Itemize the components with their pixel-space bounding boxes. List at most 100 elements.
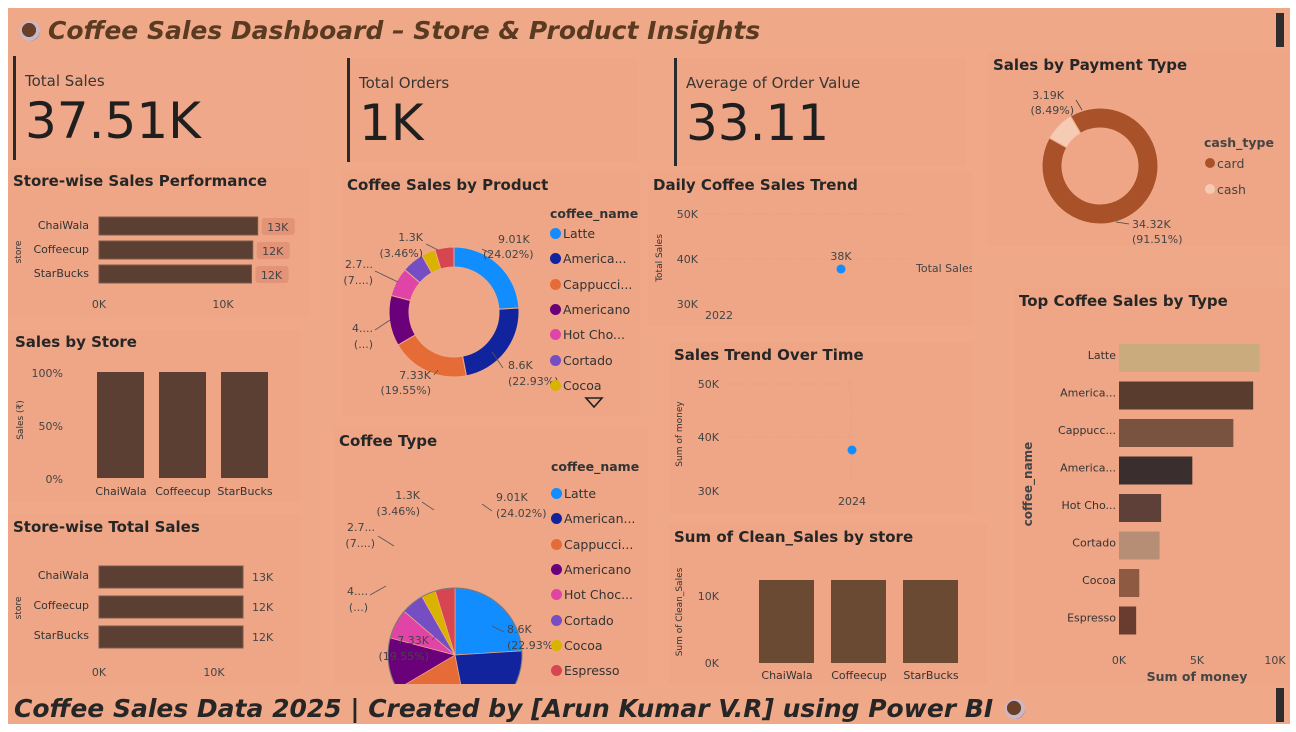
legend-item[interactable]: Cortado (550, 353, 613, 368)
store-total-visual[interactable]: Store-wise Total Sales store ChaiWala 13K… (8, 514, 300, 684)
legend-item[interactable]: America... (550, 251, 626, 266)
legend-marker (550, 228, 561, 239)
legend-marker (550, 329, 561, 341)
legend-item[interactable]: Latte (551, 486, 596, 501)
dashboard-title: Coffee Sales Dashboard – Store & Product… (20, 16, 760, 45)
x-tick: 2024 (838, 495, 866, 508)
legend-item[interactable]: Hot Cho... (550, 327, 625, 342)
coffee-type-visual[interactable]: Coffee Type 9.01K (24.02%) 8.6K (22.93%) 7.3… (334, 428, 648, 684)
y-tick: 0K (705, 657, 720, 670)
y-tick: 40K (677, 253, 699, 266)
legend-label: Cocoa (564, 637, 603, 653)
top-coffee-visual[interactable]: Top Coffee Sales by Type coffee_name Lat… (1014, 288, 1290, 684)
store-perf-chart: store ChaiWala 13K Coffeecup 12K StarBucks 12… (14, 216, 295, 311)
legend-item[interactable]: Cocoa (551, 638, 603, 653)
legend-item[interactable]: Cappucci... (550, 277, 632, 292)
kpi-value: 37.51K (25, 92, 201, 150)
bar (1119, 531, 1160, 560)
legend-label: Latte (563, 226, 596, 241)
daily-trend-chart: Total Sales 50K 40K 30K 2022 38K Total S… (655, 208, 972, 322)
legend-label: Latte (564, 486, 597, 501)
legend-marker (551, 563, 562, 575)
legend-label: Cortado (564, 612, 614, 628)
y-tick: 40K (698, 431, 720, 444)
kpi-label: Total Orders (359, 74, 450, 92)
payment-visual[interactable]: Sales by Payment Type 3.19K (8.49%) 34.3… (988, 52, 1290, 246)
trend-time-visual[interactable]: Sales Trend Over Time Sum of money 50K 4… (669, 342, 972, 514)
data-label: 12K (261, 269, 283, 282)
bar (221, 372, 268, 478)
legend-marker (551, 614, 562, 626)
legend-item[interactable]: Cappucci... (551, 537, 633, 552)
data-label: (24.02%) (483, 248, 534, 261)
x-tick: 0K (92, 298, 107, 311)
legend-label: Cappucci... (564, 536, 634, 552)
data-label: 1.3K (398, 231, 423, 244)
x-tick: 0K (92, 666, 107, 679)
data-label: 12K (262, 245, 284, 258)
legend-marker (550, 253, 561, 265)
row-label: ChaiWala (38, 219, 89, 232)
data-label: (19.55%) (380, 384, 431, 397)
legend-item[interactable]: Espresso (551, 663, 620, 678)
legend-marker (551, 665, 562, 677)
axis-label: Sales (₹) (16, 400, 26, 440)
data-label: 2.7... (347, 521, 375, 534)
pie-slice (454, 650, 523, 684)
legend-item[interactable]: Cortado (551, 613, 614, 628)
more-legend-icon[interactable] (584, 397, 604, 409)
bar (1119, 344, 1260, 372)
y-tick: 50K (677, 208, 699, 221)
x-tick: ChaiWala (761, 669, 812, 682)
x-tick: StarBucks (217, 485, 272, 498)
legend-marker (551, 513, 562, 525)
data-label: (3.46%) (379, 247, 423, 260)
legend-label: Americano (563, 301, 631, 317)
x-tick: 10K (203, 666, 225, 679)
legend-label: Americano (564, 561, 632, 577)
data-label: (...) (349, 601, 368, 614)
x-tick: 10K (1264, 654, 1286, 667)
x-tick: Coffeecup (831, 669, 887, 682)
legend-item[interactable]: Latte (550, 226, 595, 241)
store-total-chart: store ChaiWala 13K Coffeecup 12K StarBucks 12… (14, 565, 274, 679)
x-tick: StarBucks (903, 669, 958, 682)
bar (98, 595, 244, 619)
legend-item[interactable]: Americano (551, 562, 631, 577)
legend-marker (550, 354, 561, 366)
data-label: (7....) (345, 537, 375, 550)
kpi-avg-order-card: Average of Order Value 33.11 (674, 58, 966, 166)
x-tick: 5K (1190, 654, 1205, 667)
bar (831, 580, 886, 663)
legend-item[interactable]: Cocoa (550, 378, 602, 393)
legend-item[interactable]: Americano (550, 302, 630, 317)
daily-trend-visual[interactable]: Daily Coffee Sales Trend Total Sales 50K… (648, 172, 972, 326)
payment-donut-chart: 3.19K (8.49%) 34.32K (91.51%) cash_type … (1030, 89, 1274, 246)
legend-item[interactable]: Hot Choc... (551, 587, 633, 602)
data-label: (...) (354, 338, 373, 351)
scrollbar-bottom[interactable] (1276, 688, 1284, 722)
x-tick: Coffeecup (155, 485, 211, 498)
clean-sales-visual[interactable]: Sum of Clean_Sales by store Sum of Clean… (669, 524, 987, 684)
data-label: 7.33K (399, 369, 431, 382)
legend-marker (550, 379, 561, 391)
legend-label: Espresso (564, 663, 620, 679)
legend-marker (551, 488, 562, 499)
legend-item[interactable]: American... (551, 511, 635, 526)
scrollbar-top[interactable] (1276, 13, 1284, 47)
kpi-label: Average of Order Value (686, 74, 861, 92)
bar (159, 372, 206, 478)
legend-title: coffee_name (551, 459, 640, 474)
kpi-value: 1K (359, 94, 424, 152)
bar (1119, 569, 1140, 597)
store-perf-visual[interactable]: Store-wise Sales Performance store ChaiW… (8, 168, 310, 316)
by-product-visual[interactable]: Coffee Sales by Product 9.01K (24.02%) 8.6… (342, 172, 640, 416)
data-label: 9.01K (498, 233, 530, 246)
pie-slice (388, 294, 416, 346)
y-tick: 10K (698, 590, 720, 603)
row-label: America... (1060, 387, 1116, 400)
sales-by-store-visual[interactable]: Sales by Store Sales (₹) 100% 50% 0% Cha… (8, 330, 300, 502)
y-tick: 0% (46, 473, 63, 486)
data-label: (19.55%) (378, 650, 429, 663)
bar (903, 580, 958, 663)
